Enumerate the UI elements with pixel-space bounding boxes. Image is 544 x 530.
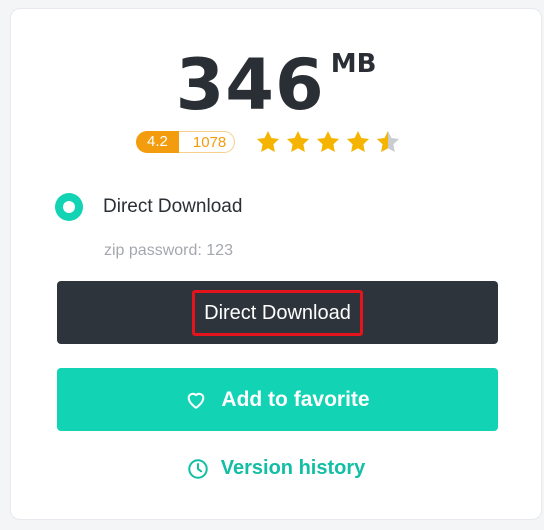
star-icon-1[interactable]: [255, 129, 281, 155]
download-option-label: Direct Download: [103, 196, 243, 217]
rating-stars[interactable]: [255, 129, 401, 155]
file-size-value: 346: [175, 44, 325, 126]
star-half-icon[interactable]: [375, 129, 401, 155]
download-option-direct[interactable]: Direct Download: [55, 193, 242, 221]
rating-row: 4.2 1078: [136, 128, 401, 156]
heart-icon: [188, 392, 205, 409]
radio-selected-icon[interactable]: [55, 193, 83, 221]
add-to-favorite-button[interactable]: Add to favorite: [57, 368, 498, 431]
rating-score-badge: 4.2: [136, 131, 179, 153]
version-history-link[interactable]: Version history: [11, 457, 541, 480]
zip-password-text: zip password: 123: [104, 242, 233, 259]
direct-download-button[interactable]: Direct Download: [57, 281, 498, 344]
download-card: 346 MB 4.2 1078 Direct Download zip pass…: [10, 8, 542, 520]
rating-count: 1078: [178, 131, 236, 153]
direct-download-button-label: Direct Download: [192, 289, 363, 336]
star-icon-3[interactable]: [315, 129, 341, 155]
file-size-unit: MB: [330, 49, 377, 79]
version-history-label: Version history: [220, 457, 366, 479]
file-size: 346 MB: [11, 45, 541, 125]
star-icon-2[interactable]: [285, 129, 311, 155]
clock-icon: [188, 458, 208, 479]
star-icon-4[interactable]: [345, 129, 371, 155]
add-to-favorite-label: Add to favorite: [221, 387, 370, 411]
radio-dot: [63, 201, 75, 213]
